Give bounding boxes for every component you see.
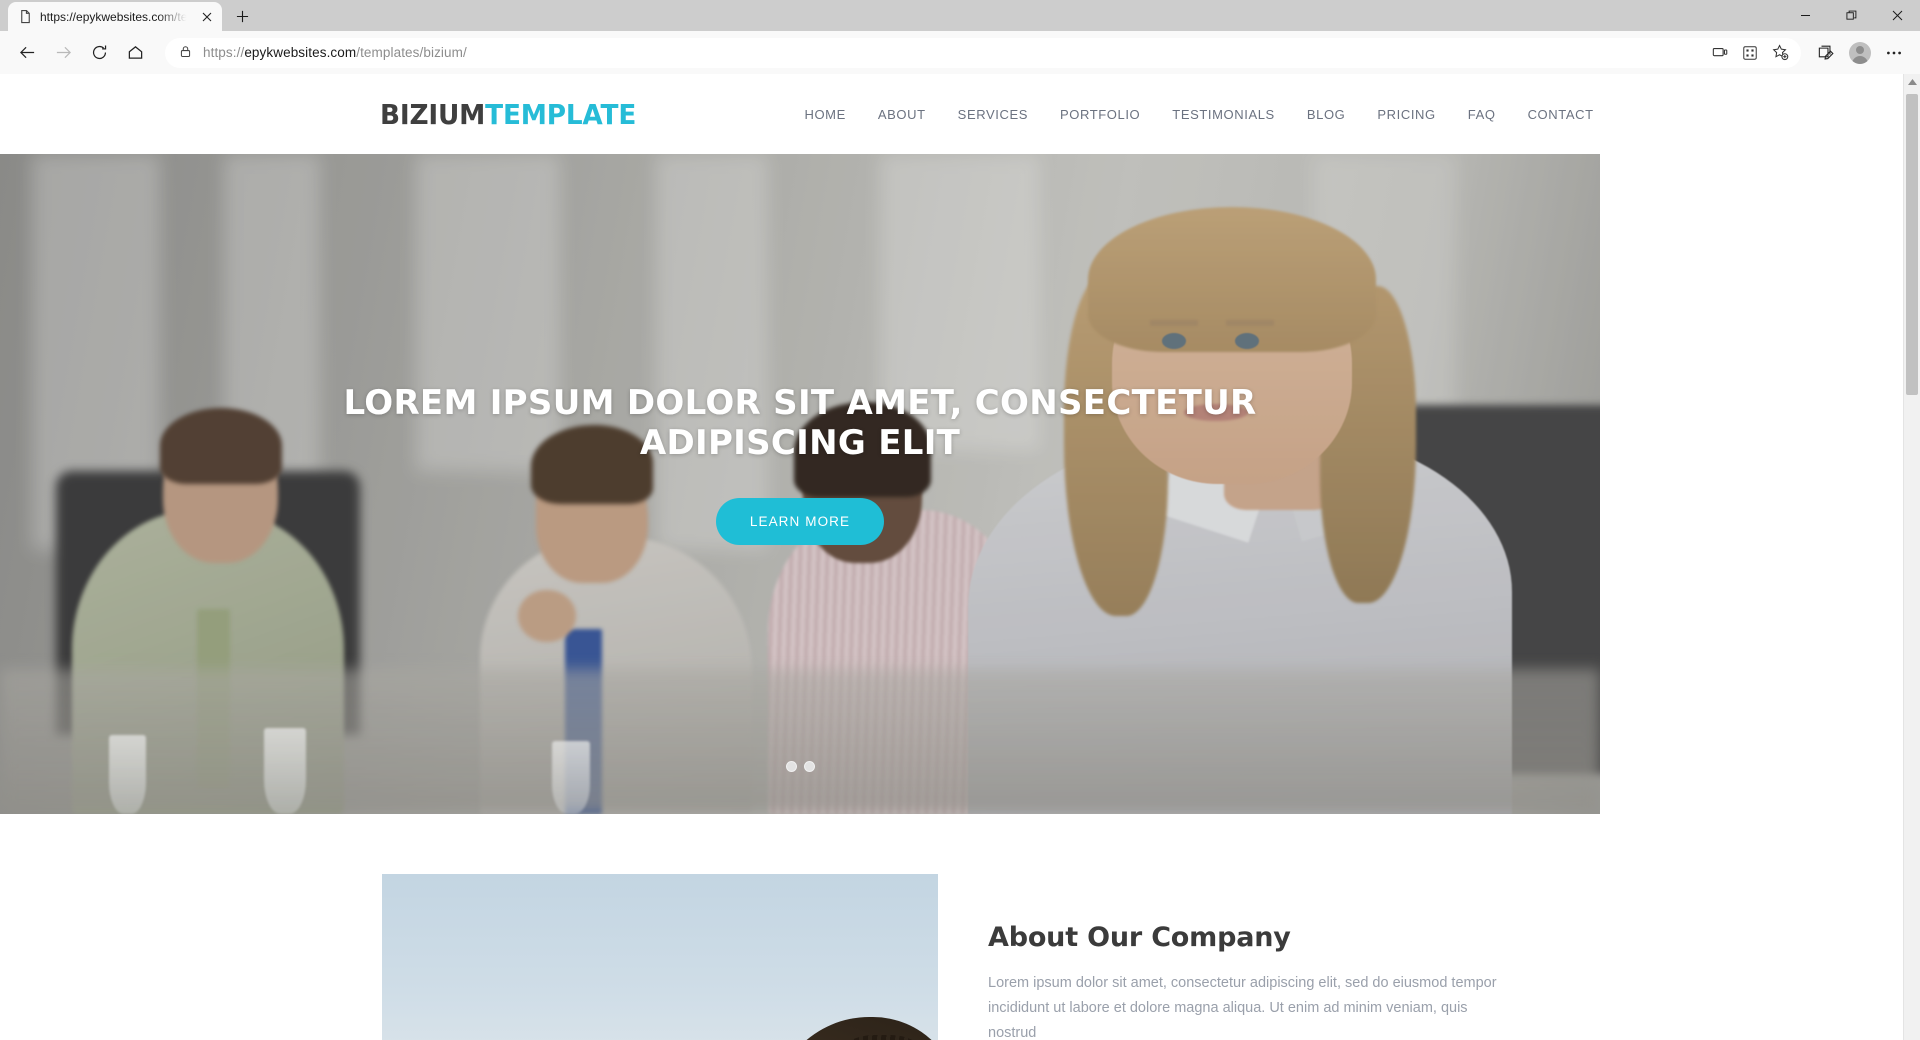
nav-item-faq[interactable]: FAQ <box>1452 107 1512 122</box>
close-icon[interactable] <box>1874 0 1920 31</box>
collections-icon[interactable] <box>1809 37 1843 69</box>
nav-item-testimonials[interactable]: TESTIMONIALS <box>1156 107 1291 122</box>
tab-strip: https://epykwebsites.com/templa <box>0 0 1920 31</box>
address-bar[interactable]: https://epykwebsites.com/templates/biziu… <box>165 37 1801 68</box>
new-tab-button[interactable] <box>228 2 257 31</box>
carousel-dots <box>0 761 1600 772</box>
cast-device-icon[interactable] <box>1705 39 1735 67</box>
nav-item-about[interactable]: ABOUT <box>862 107 942 122</box>
url-path: /templates/bizium/ <box>356 45 467 60</box>
url-prefix: https:// <box>203 45 245 60</box>
hero-content: LOREM IPSUM DOLOR SIT AMET, CONSECTETUR … <box>0 154 1600 814</box>
carousel-dot-2[interactable] <box>803 761 815 772</box>
nav-item-home[interactable]: HOME <box>788 107 861 122</box>
nav-item-contact[interactable]: CONTACT <box>1512 107 1610 122</box>
lock-icon <box>179 45 194 60</box>
site-navigation: HOME ABOUT SERVICES PORTFOLIO TESTIMONIA… <box>788 107 1609 122</box>
url-domain: epykwebsites.com <box>244 45 357 60</box>
address-bar-actions <box>1705 39 1795 67</box>
hero-carousel: LOREM IPSUM DOLOR SIT AMET, CONSECTETUR … <box>0 154 1600 814</box>
site-header: BIZIUMTEMPLATE HOME ABOUT SERVICES PORTF… <box>0 74 1903 154</box>
about-section: About Our Company Lorem ipsum dolor sit … <box>0 814 1903 1040</box>
nav-item-blog[interactable]: BLOG <box>1291 107 1362 122</box>
browser-window: https://epykwebsites.com/templa <box>0 0 1920 1040</box>
browser-tab[interactable]: https://epykwebsites.com/templa <box>8 2 222 31</box>
avatar <box>1849 41 1871 64</box>
forward-arrow-icon <box>45 37 81 69</box>
carousel-dot-1[interactable] <box>785 761 797 772</box>
profile-avatar-icon[interactable] <box>1843 37 1877 69</box>
logo-part-1: BIZIUM <box>380 97 486 131</box>
chevron-up-icon[interactable] <box>1904 74 1920 91</box>
tab-title: https://epykwebsites.com/templa <box>40 9 191 24</box>
nav-item-pricing[interactable]: PRICING <box>1361 107 1451 122</box>
restore-icon[interactable] <box>1828 0 1874 31</box>
nav-item-portfolio[interactable]: PORTFOLIO <box>1044 107 1156 122</box>
about-title: About Our Company <box>988 922 1291 953</box>
back-arrow-icon[interactable] <box>9 37 45 69</box>
settings-more-icon[interactable] <box>1877 37 1911 69</box>
about-image <box>382 874 938 1040</box>
reload-icon[interactable] <box>81 37 117 69</box>
apps-grid-icon[interactable] <box>1735 39 1765 67</box>
site-logo[interactable]: BIZIUMTEMPLATE <box>380 98 636 131</box>
window-controls <box>1782 0 1920 31</box>
home-icon[interactable] <box>117 37 153 69</box>
add-favorite-star-icon[interactable] <box>1765 39 1795 67</box>
about-text-block: About Our Company Lorem ipsum dolor sit … <box>988 874 1548 1040</box>
logo-part-2: TEMPLATE <box>485 97 637 131</box>
nav-item-services[interactable]: SERVICES <box>942 107 1044 122</box>
browser-toolbar: https://epykwebsites.com/templates/biziu… <box>0 31 1920 74</box>
minimize-icon[interactable] <box>1782 0 1828 31</box>
about-paragraph: Lorem ipsum dolor sit amet, consectetur … <box>988 975 1497 1040</box>
close-icon[interactable] <box>198 8 216 26</box>
learn-more-button[interactable]: LEARN MORE <box>715 497 885 545</box>
page-viewport: BIZIUMTEMPLATE HOME ABOUT SERVICES PORTF… <box>0 74 1920 1040</box>
hero-title: LOREM IPSUM DOLOR SIT AMET, CONSECTETUR … <box>343 383 1257 463</box>
page-scrollbar[interactable] <box>1903 74 1920 1040</box>
scrollbar-thumb[interactable] <box>1906 94 1918 395</box>
address-bar-url: https://epykwebsites.com/templates/biziu… <box>203 45 467 60</box>
web-page: BIZIUMTEMPLATE HOME ABOUT SERVICES PORTF… <box>0 74 1903 1040</box>
page-icon <box>18 9 33 24</box>
